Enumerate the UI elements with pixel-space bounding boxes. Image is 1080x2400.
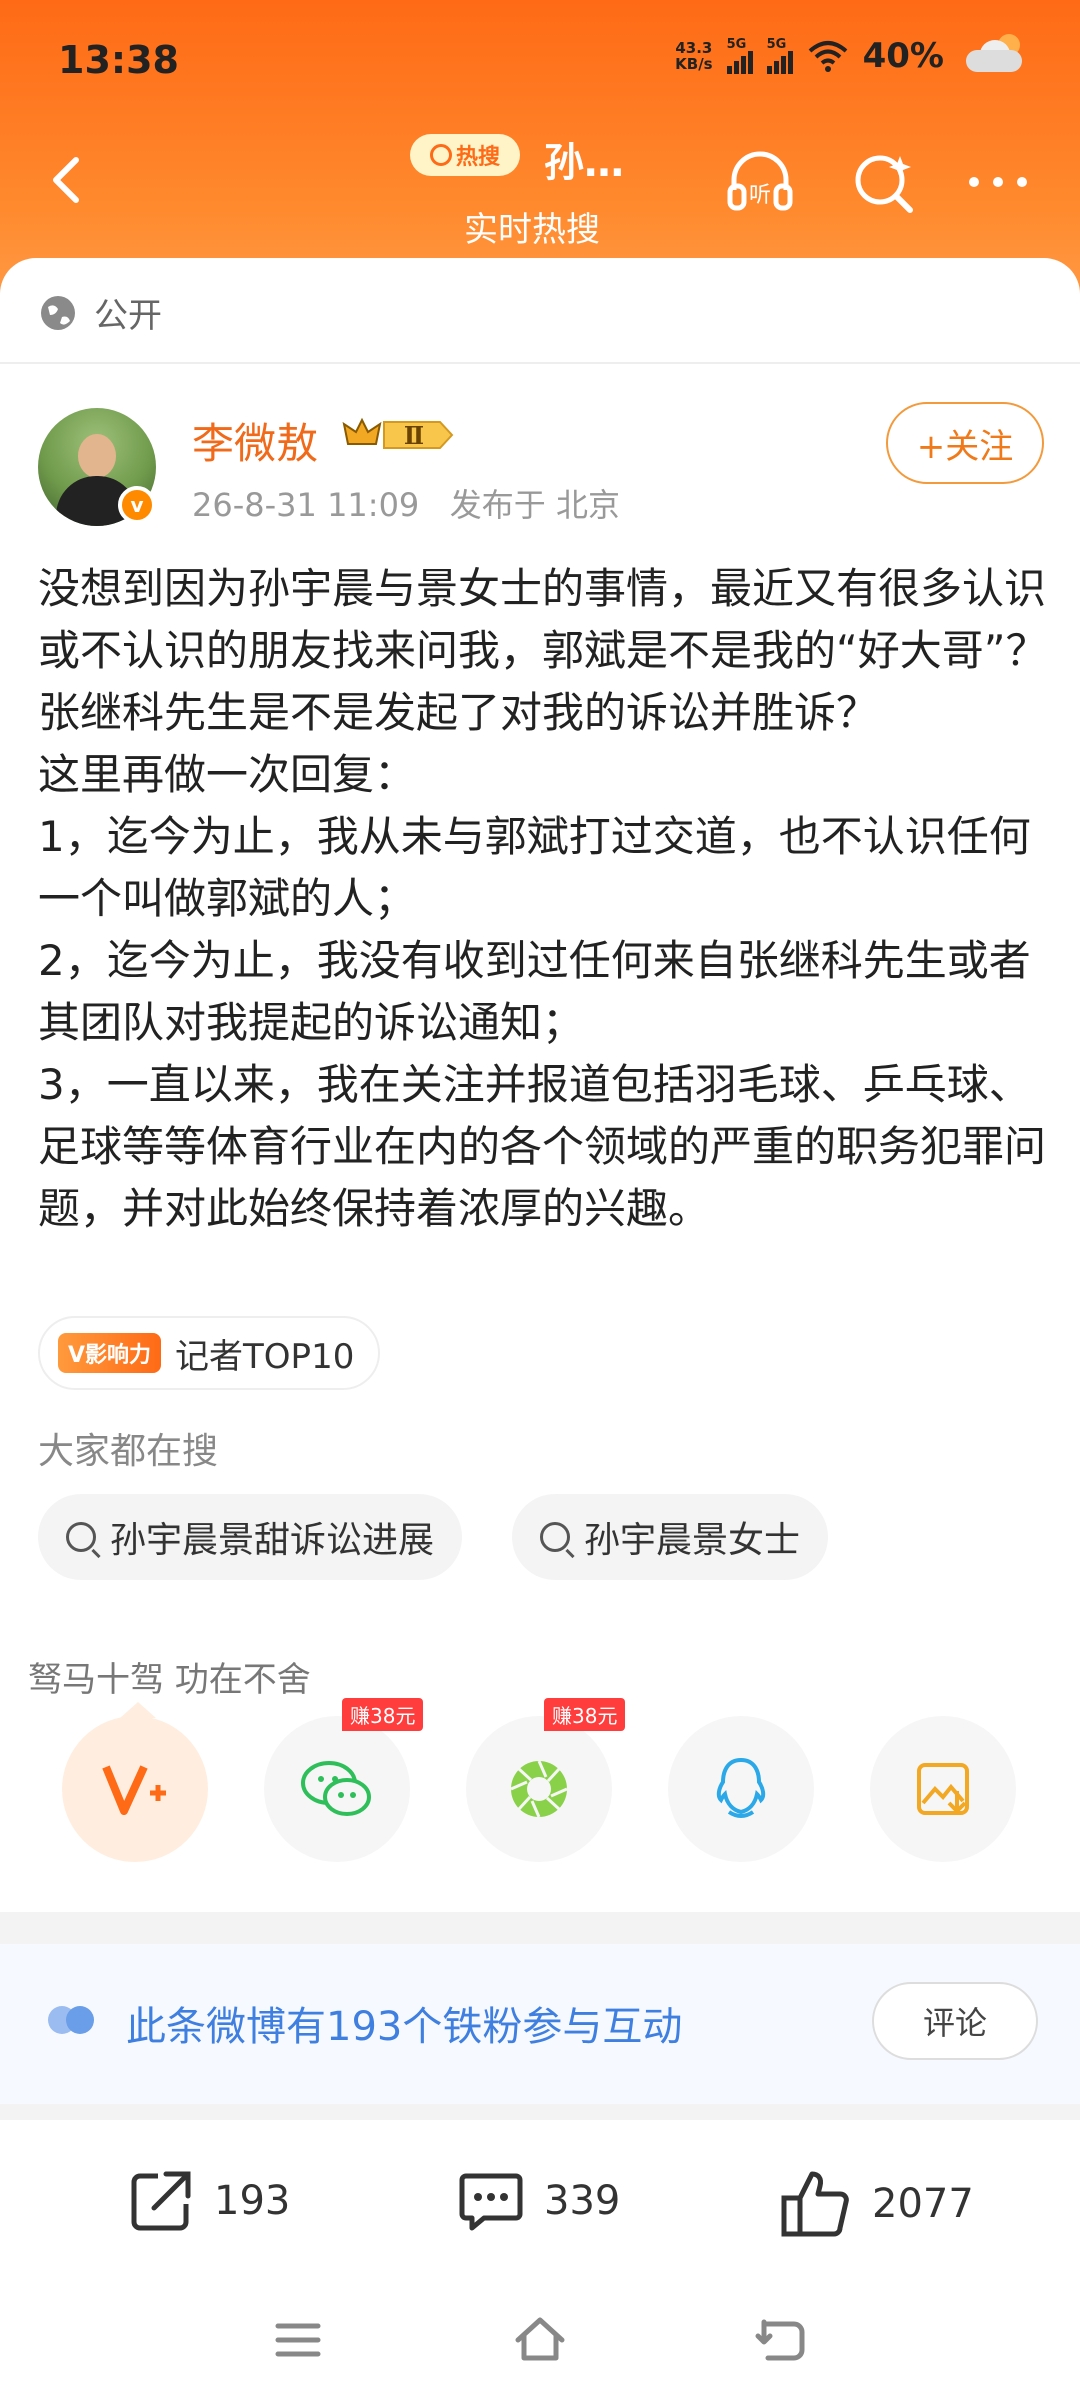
battery-level: 40% <box>862 36 944 76</box>
earn-badge: 赚38元 <box>544 1698 626 1731</box>
status-bar: 13:38 43.3 KB/s 5G 5G 40% <box>0 0 1080 120</box>
post-card: 公开 v 李微敖 Ⅱ 26-8-31 11:09 发布于 北京 +关注 没想到因… <box>0 258 1080 1908</box>
wifi-icon <box>808 41 847 72</box>
influence-text: 记者TOP10 <box>175 1336 355 1377</box>
page-title: 孙… <box>544 140 624 186</box>
post-paragraph: 没想到因为孙宇晨与景女士的事情，最近又有很多认识或不认识的朋友找来问我，郭斌是不… <box>38 564 1048 737</box>
divider <box>0 362 1080 364</box>
more-icon[interactable] <box>960 144 1036 220</box>
fans-icon <box>48 2006 94 2034</box>
network-speed: 43.3 KB/s <box>675 40 712 72</box>
qq-icon <box>716 1757 766 1818</box>
post-paragraph: 这里再做一次回复： <box>38 750 417 799</box>
post-date: 26-8-31 11:09 <box>192 486 420 524</box>
qq-share-button[interactable] <box>668 1716 814 1862</box>
search-icon <box>540 1522 570 1552</box>
action-bar: 193 339 2077 <box>0 2120 1080 2280</box>
page-subtitle: 实时热搜 <box>464 210 600 250</box>
save-image-icon <box>917 1763 969 1815</box>
search-chip[interactable]: 孙宇晨景甜诉讼进展 <box>38 1494 463 1580</box>
follow-button[interactable]: +关注 <box>886 402 1044 484</box>
moments-icon <box>510 1760 568 1818</box>
search-chip-label: 孙宇晨景甜诉讼进展 <box>110 1520 435 1561</box>
hot-search-label: 热搜 <box>455 145 500 170</box>
back-arrow-icon[interactable] <box>40 150 100 210</box>
like-count: 2077 <box>872 2181 974 2227</box>
signal-icon: 5G <box>726 36 753 74</box>
post-paragraph: 1，迄今为止，我从未与郭斌打过交道，也不认识任何一个叫做郭斌的人； <box>38 812 1031 923</box>
member-level: Ⅱ <box>404 421 424 450</box>
section-gap <box>0 2104 1080 2120</box>
repost-button[interactable]: 193 <box>124 2164 290 2238</box>
home-icon[interactable] <box>510 2310 570 2370</box>
like-button[interactable]: 2077 <box>776 2164 974 2244</box>
hot-search-badge: 热搜 <box>410 134 520 176</box>
influence-badge: V影响力 <box>58 1333 162 1373</box>
status-icons: 43.3 KB/s 5G 5G 40% <box>675 34 1030 76</box>
wechat-icon <box>301 1761 371 1816</box>
svg-text:听: 听 <box>749 183 771 208</box>
moments-share-button[interactable] <box>466 1716 612 1862</box>
iron-fans-banner: 此条微博有193个铁粉参与互动 评论 <box>0 1944 1080 2104</box>
post-paragraph: 3，一直以来，我在关注并报道包括羽毛球、乒乓球、足球等等体育行业在内的各个领域的… <box>38 1060 1047 1233</box>
comment-count: 339 <box>544 2178 621 2224</box>
comment-action-button[interactable]: 339 <box>454 2164 620 2238</box>
comment-button[interactable]: 评论 <box>872 1982 1038 2060</box>
v-plus-share-button[interactable] <box>62 1716 208 1862</box>
post-body: 没想到因为孙宇晨与景女士的事情，最近又有很多认识或不认识的朋友找来问我，郭斌是不… <box>38 558 1048 1240</box>
visibility-indicator: 公开 <box>38 288 162 337</box>
repost-count: 193 <box>214 2178 291 2224</box>
search-icon <box>66 1522 96 1552</box>
back-icon[interactable] <box>750 2310 810 2370</box>
search-chip[interactable]: 孙宇晨景女士 <box>512 1494 829 1580</box>
system-navigation-bar <box>0 2280 1080 2400</box>
search-sparkle-icon[interactable] <box>846 144 922 220</box>
post-meta: 26-8-31 11:09 发布于 北京 <box>192 480 620 526</box>
headphones-listen-icon[interactable]: 听 <box>722 144 798 220</box>
globe-icon <box>41 295 75 330</box>
post-location: 发布于 北京 <box>449 486 620 524</box>
menu-icon[interactable] <box>268 2310 328 2370</box>
visibility-label: 公开 <box>94 296 162 336</box>
status-time: 13:38 <box>58 38 179 82</box>
earn-badge: 赚38元 <box>342 1698 424 1731</box>
post-paragraph: 2，迄今为止，我没有收到过任何来自张继科先生或者其团队对我提起的诉讼通知； <box>38 936 1031 1047</box>
share-slogan: 驽马十驾 功在不舍 <box>28 1660 311 1700</box>
author-name[interactable]: 李微敖 <box>192 410 318 471</box>
signal-label: 5G <box>726 36 747 52</box>
thumbs-up-icon <box>781 2171 849 2237</box>
repost-icon <box>131 2171 191 2231</box>
section-gap <box>0 1912 1080 1944</box>
influence-tag[interactable]: V影响力 记者TOP10 <box>38 1316 381 1390</box>
search-chip-label: 孙宇晨景女士 <box>584 1520 801 1561</box>
trending-search-label: 大家都在搜 <box>38 1431 219 1472</box>
verified-badge-icon: v <box>118 486 156 524</box>
iron-fans-text: 此条微博有193个铁粉参与互动 <box>126 2004 683 2050</box>
save-image-share-button[interactable] <box>870 1716 1016 1862</box>
v-plus-icon <box>102 1765 166 1815</box>
member-crown-icon: Ⅱ <box>342 417 454 450</box>
weather-icon <box>958 34 1030 74</box>
network-speed-unit: KB/s <box>675 55 713 73</box>
signal-icon: 5G <box>766 36 793 74</box>
navigation-bar: 热搜 孙… 实时热搜 听 <box>0 120 1080 260</box>
network-speed-value: 43.3 <box>675 39 713 57</box>
wechat-share-button[interactable] <box>264 1716 410 1862</box>
search-icon <box>429 144 452 166</box>
comment-icon <box>459 2173 523 2231</box>
signal-label: 5G <box>766 36 787 52</box>
